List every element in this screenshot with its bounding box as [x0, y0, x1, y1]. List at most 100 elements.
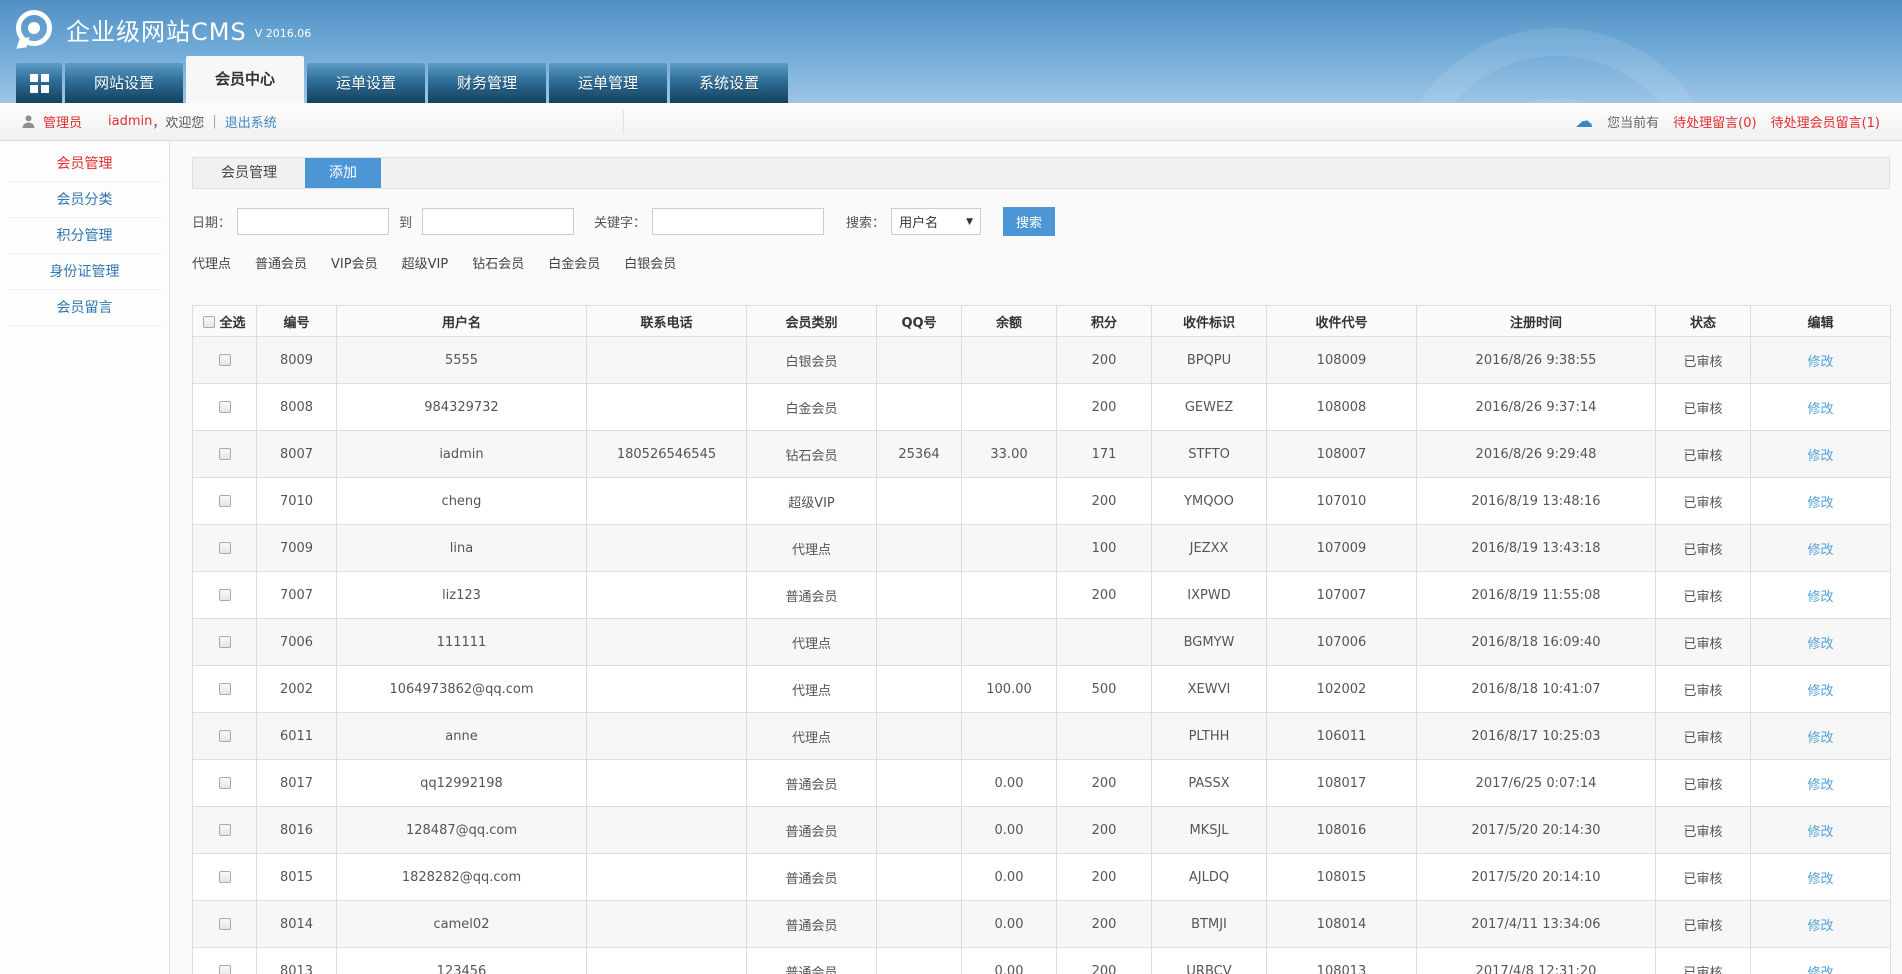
select-all-checkbox[interactable]	[203, 316, 215, 328]
cell-status: 已审核	[1656, 713, 1751, 760]
cell-qq	[877, 572, 962, 619]
edit-link[interactable]: 修改	[1807, 355, 1833, 370]
cell-registered: 2016/8/26 9:29:48	[1417, 431, 1656, 478]
edit-link[interactable]: 修改	[1807, 684, 1833, 699]
category-link-3[interactable]: VIP会员	[331, 253, 378, 272]
row-checkbox[interactable]	[219, 824, 231, 836]
edit-link[interactable]: 修改	[1807, 449, 1833, 464]
category-link-2[interactable]: 普通会员	[255, 253, 307, 272]
cell-code: XEWVI	[1152, 666, 1267, 713]
cell-points: 200	[1057, 760, 1152, 807]
table-row: 6011anne代理点PLTHH1060112016/8/17 10:25:03…	[193, 713, 1891, 760]
nav-tab-3[interactable]: 运单设置	[307, 63, 425, 103]
cell-username: 123456	[337, 948, 587, 974]
column-header: 编辑	[1751, 306, 1891, 337]
sidebar-item-5[interactable]: 会员留言	[8, 290, 161, 326]
row-checkbox[interactable]	[219, 918, 231, 930]
cell-status: 已审核	[1656, 384, 1751, 431]
row-checkbox[interactable]	[219, 401, 231, 413]
row-checkbox[interactable]	[219, 871, 231, 883]
date-from-input[interactable]	[237, 208, 389, 235]
cell-type: 代理点	[747, 666, 877, 713]
nav-tab-5[interactable]: 运单管理	[549, 63, 667, 103]
edit-link[interactable]: 修改	[1807, 872, 1833, 887]
cell-qq	[877, 901, 962, 948]
header-decoration-circle	[1392, 28, 1722, 103]
row-checkbox[interactable]	[219, 354, 231, 366]
cell-balance: 0.00	[962, 760, 1057, 807]
search-type-select[interactable]: 用户名 ▼	[891, 208, 981, 235]
userbar-divider	[623, 110, 624, 134]
logout-link[interactable]: 退出系统	[225, 112, 277, 131]
row-checkbox[interactable]	[219, 542, 231, 554]
sidebar-item-2[interactable]: 会员分类	[8, 182, 161, 218]
row-select-cell	[193, 854, 257, 901]
edit-link[interactable]: 修改	[1807, 590, 1833, 605]
row-checkbox[interactable]	[219, 777, 231, 789]
category-link-6[interactable]: 白金会员	[548, 253, 600, 272]
content-tab-1[interactable]: 会员管理	[193, 158, 305, 188]
cell-receive_no: 106011	[1267, 713, 1417, 760]
edit-link[interactable]: 修改	[1807, 496, 1833, 511]
sidebar-item-1[interactable]: 会员管理	[8, 146, 161, 182]
cell-status: 已审核	[1656, 760, 1751, 807]
welcome-text: ，欢迎您	[152, 112, 204, 131]
content-tab-2[interactable]: 添加	[305, 158, 381, 188]
cell-balance	[962, 384, 1057, 431]
nav-tab-1[interactable]: 网站设置	[65, 63, 183, 103]
role-label: 管理员	[43, 112, 82, 131]
edit-link[interactable]: 修改	[1807, 731, 1833, 746]
cell-qq	[877, 337, 962, 384]
cell-code: PLTHH	[1152, 713, 1267, 760]
edit-link[interactable]: 修改	[1807, 637, 1833, 652]
nav-tab-6[interactable]: 系统设置	[670, 63, 788, 103]
sidebar-item-4[interactable]: 身份证管理	[8, 254, 161, 290]
cell-qq	[877, 760, 962, 807]
row-checkbox[interactable]	[219, 589, 231, 601]
column-header: 收件标识	[1152, 306, 1267, 337]
row-checkbox[interactable]	[219, 495, 231, 507]
edit-link[interactable]: 修改	[1807, 966, 1833, 974]
cell-username: lina	[337, 525, 587, 572]
row-select-cell	[193, 572, 257, 619]
row-edit-cell: 修改	[1751, 431, 1891, 478]
edit-link[interactable]: 修改	[1807, 402, 1833, 417]
nav-tab-2[interactable]: 会员中心	[186, 56, 304, 103]
keyword-input[interactable]	[652, 208, 824, 235]
cell-code: IXPWD	[1152, 572, 1267, 619]
notice-prefix: 您当前有	[1607, 112, 1659, 131]
notice-link-2[interactable]: 待处理会员留言(1)	[1771, 112, 1880, 131]
row-select-cell	[193, 760, 257, 807]
row-edit-cell: 修改	[1751, 619, 1891, 666]
cell-type: 普通会员	[747, 901, 877, 948]
row-edit-cell: 修改	[1751, 854, 1891, 901]
cell-registered: 2017/4/8 12:31:20	[1417, 948, 1656, 974]
cell-registered: 2016/8/18 16:09:40	[1417, 619, 1656, 666]
date-to-input[interactable]	[422, 208, 574, 235]
notice-link-1[interactable]: 待处理留言(0)	[1673, 112, 1756, 131]
row-checkbox[interactable]	[219, 730, 231, 742]
row-checkbox[interactable]	[219, 448, 231, 460]
edit-link[interactable]: 修改	[1807, 543, 1833, 558]
cell-phone: 180526546545	[587, 431, 747, 478]
category-link-5[interactable]: 钻石会员	[472, 253, 524, 272]
cell-code: AJLDQ	[1152, 854, 1267, 901]
nav-home-button[interactable]	[16, 63, 62, 103]
category-link-1[interactable]: 代理点	[192, 253, 231, 272]
cell-receive_no: 108016	[1267, 807, 1417, 854]
row-checkbox[interactable]	[219, 965, 231, 974]
row-edit-cell: 修改	[1751, 760, 1891, 807]
category-link-7[interactable]: 白银会员	[624, 253, 676, 272]
search-button[interactable]: 搜索	[1003, 207, 1055, 236]
edit-link[interactable]: 修改	[1807, 919, 1833, 934]
app-title: 企业级网站CMS	[66, 12, 247, 47]
sidebar-item-3[interactable]: 积分管理	[8, 218, 161, 254]
person-icon	[22, 115, 35, 129]
cell-username: cheng	[337, 478, 587, 525]
category-link-4[interactable]: 超级VIP	[402, 253, 449, 272]
row-checkbox[interactable]	[219, 683, 231, 695]
edit-link[interactable]: 修改	[1807, 825, 1833, 840]
row-checkbox[interactable]	[219, 636, 231, 648]
edit-link[interactable]: 修改	[1807, 778, 1833, 793]
nav-tab-4[interactable]: 财务管理	[428, 63, 546, 103]
